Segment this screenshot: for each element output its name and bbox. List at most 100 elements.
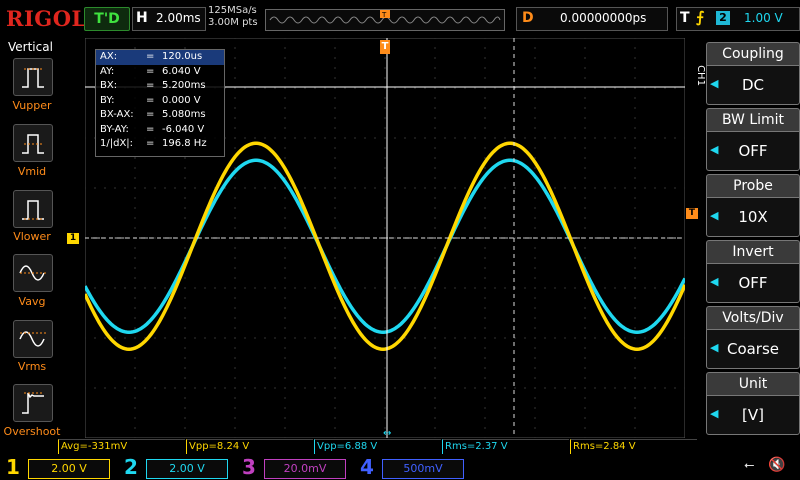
grid-dot — [344, 87, 346, 89]
vupper-button[interactable] — [13, 58, 53, 96]
speaker-muted-icon[interactable]: 🔇 — [768, 457, 785, 473]
grid-dot — [634, 387, 636, 389]
trigger-position-marker[interactable]: T — [380, 40, 390, 54]
grid-dot — [284, 97, 286, 99]
grid-dot — [334, 177, 336, 179]
measurement-item[interactable]: Rms=2.37 V — [442, 439, 569, 454]
grid-dot — [384, 417, 386, 419]
left-menu-title: Vertical — [8, 40, 53, 54]
grid-dot — [384, 377, 386, 379]
overshoot-button[interactable] — [13, 384, 53, 422]
cursor-readout-row: BX: = 5.200ms — [96, 79, 224, 94]
memory-position-bar[interactable]: T — [265, 9, 505, 31]
menu-invert-softkey[interactable]: Invert OFF ◀ — [706, 240, 800, 303]
grid-dot — [124, 337, 126, 339]
grid-dot — [134, 257, 136, 259]
grid-dot — [444, 287, 446, 289]
grid-dot — [85, 87, 86, 89]
measurement-item[interactable]: Vpp=6.88 V — [314, 439, 441, 454]
measurement-item[interactable]: Rms=2.84 V — [570, 439, 697, 454]
ch1-offset-marker[interactable]: 1 — [67, 233, 79, 244]
menu-probe-softkey[interactable]: Probe 10X ◀ — [706, 174, 800, 237]
grid-dot — [114, 287, 116, 289]
cursor-readout-equals: = — [146, 80, 155, 91]
grid-dot — [674, 187, 676, 189]
grid-dot — [334, 337, 336, 339]
grid-dot — [434, 327, 436, 329]
grid-dot — [614, 187, 616, 189]
cursor-readout-row: 1/|dX|: = 196.8 Hz — [96, 137, 224, 152]
grid-dot — [184, 367, 186, 369]
vrms-button[interactable] — [13, 320, 53, 358]
channel-3-scale[interactable]: 20.0mV — [264, 459, 346, 479]
measurement-item[interactable]: Avg=-331mV — [58, 439, 185, 454]
grid-dot — [664, 387, 666, 389]
grid-dot — [284, 187, 286, 189]
grid-dot — [584, 77, 586, 79]
grid-dot — [634, 107, 636, 109]
grid-dot — [514, 287, 516, 289]
grid-dot — [424, 187, 426, 189]
channel-1-number[interactable]: 1 — [6, 455, 20, 480]
vavg-button[interactable] — [13, 254, 53, 292]
vavg-label: Vavg — [18, 295, 46, 308]
grid-dot — [454, 187, 456, 189]
menu-volts-div-softkey[interactable]: Volts/Div Coarse ◀ — [706, 306, 800, 369]
grid-dot — [574, 337, 576, 339]
grid-dot — [584, 107, 586, 109]
grid-dot — [284, 57, 286, 59]
grid-dot — [364, 87, 366, 89]
trigger-label: T — [680, 10, 690, 26]
trigger-status-badge[interactable]: T'D — [84, 7, 130, 31]
grid-dot — [584, 197, 586, 199]
grid-dot — [254, 287, 256, 289]
grid-dot — [104, 187, 106, 189]
grid-dot — [334, 397, 336, 399]
menu-unit-softkey[interactable]: Unit [V] ◀ — [706, 372, 800, 435]
grid-dot — [334, 307, 336, 309]
grid-dot — [234, 207, 236, 209]
grid-dot — [484, 307, 486, 309]
grid-dot — [534, 427, 536, 429]
menu-coupling-softkey[interactable]: Coupling DC ◀ — [706, 42, 800, 105]
grid-dot — [234, 67, 236, 69]
trigger-level-marker[interactable]: T — [686, 208, 698, 219]
grid-dot — [424, 87, 426, 89]
grid-dot — [504, 87, 506, 89]
sample-info: 125MSa/s 3.00M pts — [208, 5, 258, 29]
grid-dot — [634, 38, 636, 39]
grid-dot — [234, 47, 236, 49]
grid-dot — [634, 127, 636, 129]
menu-bw-limit-softkey[interactable]: BW Limit OFF ◀ — [706, 108, 800, 171]
vmid-button[interactable] — [13, 124, 53, 162]
grid-dot — [234, 437, 236, 438]
grid-dot — [394, 137, 396, 139]
channel-1-scale[interactable]: 2.00 V — [28, 459, 110, 479]
softkey-value: 10X — [706, 197, 800, 237]
grid-dot — [464, 87, 466, 89]
channel-4-scale[interactable]: 500mV — [382, 459, 464, 479]
grid-dot — [384, 227, 386, 229]
grid-dot — [384, 407, 386, 409]
grid-dot — [434, 67, 436, 69]
grid-dot — [304, 287, 306, 289]
grid-dot — [85, 187, 86, 189]
vlower-button[interactable] — [13, 190, 53, 228]
grid-dot — [384, 117, 386, 119]
channel-4-number[interactable]: 4 — [360, 455, 374, 480]
grid-dot — [264, 87, 266, 89]
grid-dot — [444, 387, 446, 389]
grid-dot — [354, 387, 356, 389]
channel-3-number[interactable]: 3 — [242, 455, 256, 480]
grid-dot — [284, 367, 286, 369]
softkey-title: Invert — [706, 240, 800, 263]
grid-dot — [634, 337, 636, 339]
grid-dot — [534, 217, 536, 219]
channel-2-number[interactable]: 2 — [124, 455, 138, 480]
grid-dot — [394, 187, 396, 189]
grid-dot — [584, 207, 586, 209]
measurement-item[interactable]: Vpp=8.24 V — [186, 439, 313, 454]
channel-2-scale[interactable]: 2.00 V — [146, 459, 228, 479]
grid-dot — [384, 287, 386, 289]
grid-dot — [584, 97, 586, 99]
